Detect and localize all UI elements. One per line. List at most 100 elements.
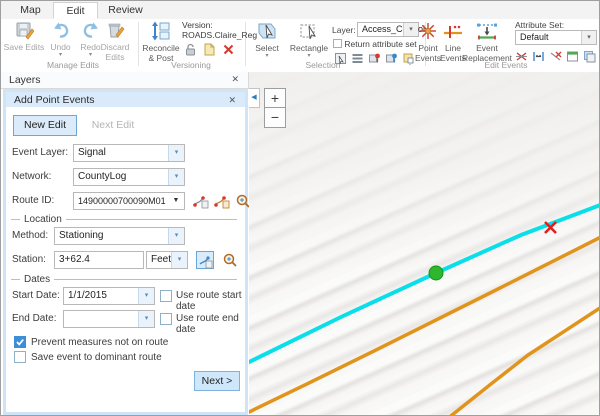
use-route-start-date-checkbox[interactable] [160,290,172,302]
layers-pane-header[interactable]: Layers ✕ [1,72,249,89]
end-date-dropdown-arrow-icon[interactable]: ▾ [138,311,154,327]
delete-version-icon[interactable] [222,43,235,56]
route-id-label: Route ID: [12,195,54,206]
add-point-events-header[interactable]: Add Point Events ✕ [3,89,248,107]
rectangle-select-button[interactable]: Rectangle ▾ [288,21,330,59]
discard-edits-button[interactable]: Discard Edits [93,21,137,62]
check-icon [15,337,25,347]
group-label-edit-events: Edit Events [456,60,556,70]
tab-review[interactable]: Review [98,2,153,19]
event-layer-dropdown-arrow-icon[interactable]: ▾ [168,145,184,161]
rectangle-dropdown-icon[interactable]: ▾ [288,54,330,59]
use-route-end-date-checkbox[interactable] [160,313,172,325]
version-value: ROADS.Claire_Reg [182,30,257,40]
layer-label: Layer: [332,25,356,35]
trash-icon [93,21,137,42]
undo-dropdown-icon[interactable]: ▾ [46,53,75,58]
group-label-manage-edits: Manage Edits [21,60,125,70]
layers-close-icon[interactable]: ✕ [231,74,239,85]
group-label-versioning: Versioning [141,60,241,70]
use-route-end-date-label: Use route end date [176,313,245,335]
add-point-events-close-icon[interactable]: ✕ [228,95,236,106]
unlock-version-icon[interactable] [184,43,197,56]
zoom-out-button[interactable]: − [264,108,286,128]
ribbon: Save Edits Undo ▾ Redo ▾ Discard Edits M… [1,19,599,73]
map-view[interactable]: ◀ + − [249,72,599,415]
road-line-2[interactable] [447,306,599,415]
tab-map[interactable]: Map [8,2,53,19]
map-feature-layer [249,72,599,415]
route-id-combobox[interactable]: 14900000700090M01 ▼ [73,192,185,210]
select-route-on-map-icon[interactable] [192,192,210,210]
end-date-label: End Date: [12,313,56,324]
attribute-set-label: Attribute Set: [515,20,564,30]
add-point-events-title: Add Point Events [14,94,95,106]
network-label: Network: [12,171,51,182]
next-edit-button[interactable]: Next Edit [84,115,142,136]
network-dropdown[interactable]: CountyLog ▾ [73,168,185,186]
rectangle-tool-icon [288,21,330,43]
station-zoom-icon[interactable] [222,252,240,270]
select-by-location-icon[interactable] [385,52,398,65]
event-layer-dropdown[interactable]: Signal ▾ [73,144,185,162]
reconcile-post-icon [141,21,181,43]
reconcile-post-button[interactable]: Reconcile & Post [141,21,181,63]
add-point-events-pane: Add Point Events ✕ New Edit Next Edit Ev… [3,89,248,415]
app-window: Map Edit Review Save Edits Undo ▾ Redo [0,0,600,416]
method-dropdown-arrow-icon[interactable]: ▾ [168,228,184,244]
method-dropdown[interactable]: Stationing ▾ [54,227,185,245]
undo-button[interactable]: Undo ▾ [46,21,75,58]
select-button[interactable]: Select ▾ [250,21,284,59]
prevent-measures-label: Prevent measures not on route [31,337,168,348]
start-date-dropdown[interactable]: 1/1/2015 ▾ [63,287,155,305]
group-separator [138,22,139,66]
undo-icon [46,21,75,42]
use-route-start-date-label: Use route start date [176,290,245,312]
station-unit-dropdown-arrow-icon[interactable]: ▾ [171,252,187,268]
layers-pane-title: Layers [9,74,41,86]
copy-events-icon[interactable] [583,50,596,63]
events-window-icon[interactable] [566,50,579,63]
network-dropdown-arrow-icon[interactable]: ▾ [168,169,184,185]
pick-route-from-selection-icon[interactable] [213,192,231,210]
new-edit-button[interactable]: New Edit [13,115,77,136]
save-edits-button[interactable]: Save Edits [3,21,45,53]
ribbon-tab-bar: Map Edit Review [1,1,599,20]
layer-dropdown[interactable]: Access_Control ▾ [357,22,419,37]
dates-section-header: Dates [11,274,237,285]
new-version-icon[interactable] [203,43,216,56]
group-separator [245,22,246,66]
save-dominant-checkbox[interactable] [14,351,26,363]
event-layer-label: Event Layer: [12,147,68,158]
event-replacement-icon [461,21,513,43]
save-icon [3,21,45,42]
attribute-set-dropdown-arrow-icon[interactable]: ▾ [581,31,596,44]
collapse-left-icon: ◀ [251,94,256,101]
location-section-header: Location [11,214,237,225]
tab-edit[interactable]: Edit [53,2,98,19]
prevent-measures-checkbox[interactable] [14,336,26,348]
attribute-set-dropdown[interactable]: Default ▾ [515,30,597,45]
road-line-1[interactable] [249,236,599,413]
version-label: Version: [182,20,213,30]
station-input[interactable]: 3+62.4 [54,251,144,269]
select-dropdown-icon[interactable]: ▾ [250,54,284,59]
station-label: Station: [12,254,46,265]
pick-location-on-map-button[interactable] [196,251,214,269]
event-replacement-button[interactable]: Event Replacement [461,21,513,63]
next-button[interactable]: Next > [194,371,240,391]
group-label-selection: Selection [271,60,375,70]
pane-collapse-button[interactable]: ◀ [249,88,260,108]
station-unit-dropdown[interactable]: Feet ▾ [146,251,188,269]
select-tool-icon [250,21,284,43]
route-line[interactable] [249,204,599,364]
point-event-marker[interactable] [429,266,443,280]
end-date-dropdown[interactable]: ▾ [63,310,155,328]
method-label: Method: [12,230,48,241]
zoom-in-button[interactable]: + [264,88,286,108]
start-date-dropdown-arrow-icon[interactable]: ▾ [138,288,154,304]
map-zoom-control: + − [264,88,286,128]
return-attribute-set-checkbox[interactable]: Return attribute set [333,39,417,49]
add-point-events-body: New Edit Next Edit Event Layer: Signal ▾… [6,107,245,412]
route-id-combo-arrow-icon[interactable]: ▼ [171,193,181,209]
